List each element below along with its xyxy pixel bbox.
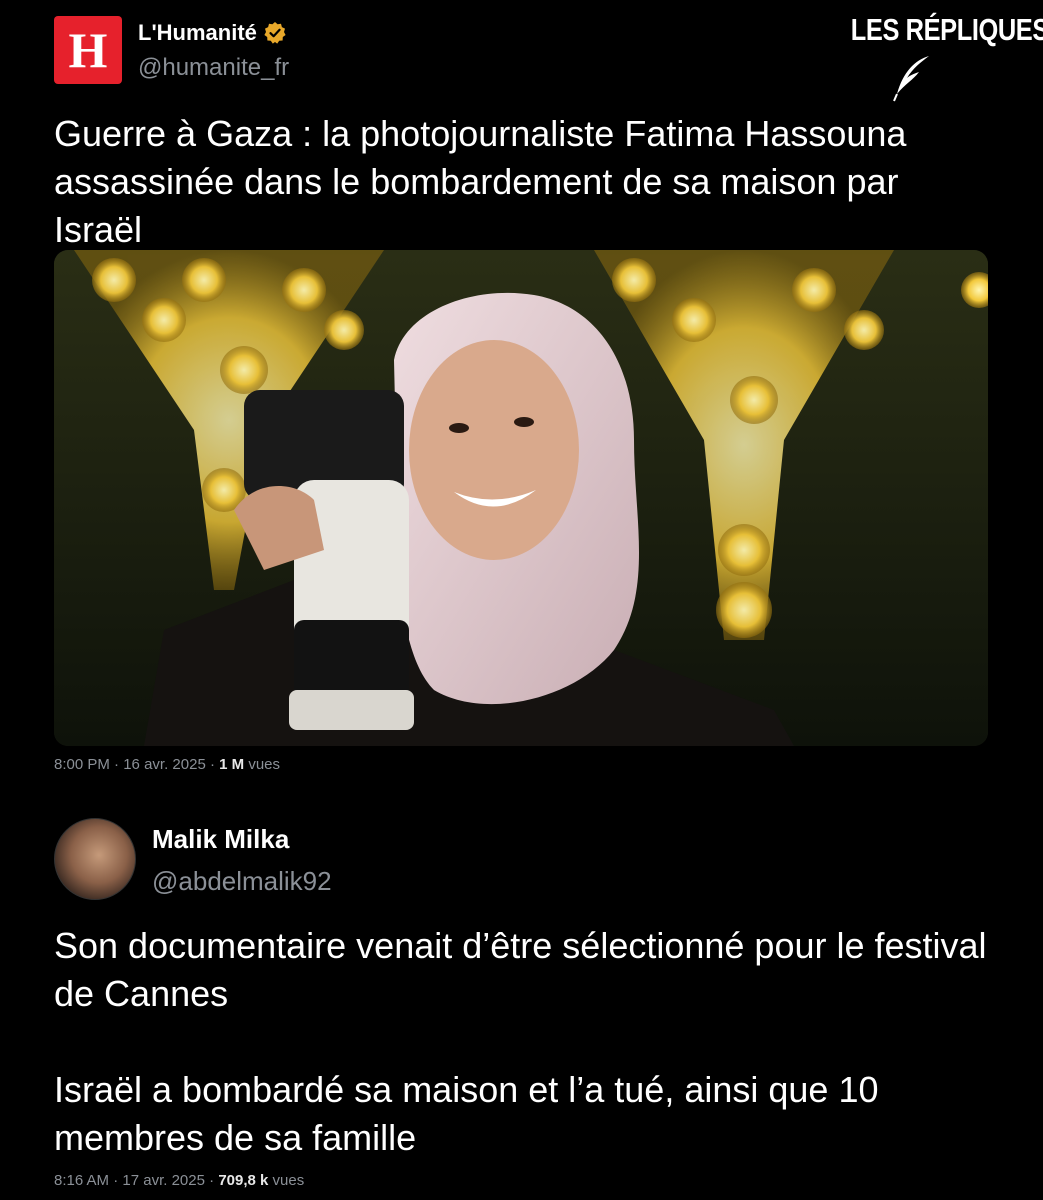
tweet-photo[interactable] [54,250,988,746]
views-label: vues [248,756,281,773]
separator: · [114,756,120,773]
tweet-date[interactable]: 17 avr. 2025 [122,1172,205,1189]
tweet-time[interactable]: 8:00 PM [54,756,110,773]
views-label: vues [272,1172,305,1189]
author-handle[interactable]: @humanite_fr [138,54,289,82]
avatar[interactable] [54,818,136,900]
separator: · [209,756,215,773]
author-name[interactable]: L'Humanité [138,20,257,46]
tweet-paragraph-2: Israël a bombardé sa maison et l’a tué, … [54,1069,879,1158]
author-handle[interactable]: @abdelmalik92 [152,866,332,897]
tweet-meta: 8:00 PM · 16 avr. 2025 · 1 M vues [54,756,280,773]
views-count: 709,8 k [218,1172,269,1189]
verified-badge-icon [264,22,286,44]
tweet-time[interactable]: 8:16 AM [54,1172,109,1189]
tweet-meta: 8:16 AM · 17 avr. 2025 · 709,8 k vues [54,1172,304,1189]
avatar[interactable]: H [54,16,122,84]
tweet-text: Son documentaire venait d’être sélection… [54,922,1014,1162]
tweet-original: H L'Humanité @humanite_fr Guerre à Gaza … [54,14,989,254]
tweet-date[interactable]: 16 avr. 2025 [123,756,206,773]
views-count: 1 M [219,756,245,773]
tweet-header: H L'Humanité @humanite_fr [54,14,989,94]
tweet-text: Guerre à Gaza : la photojournaliste Fati… [54,113,907,250]
separator: · [209,1172,215,1189]
author-name[interactable]: Malik Milka [152,824,289,855]
separator: · [113,1172,119,1189]
tweet-paragraph-1: Son documentaire venait d’être sélection… [54,925,987,1014]
photo-illustration [54,250,988,746]
logo-letter: H [68,22,108,78]
